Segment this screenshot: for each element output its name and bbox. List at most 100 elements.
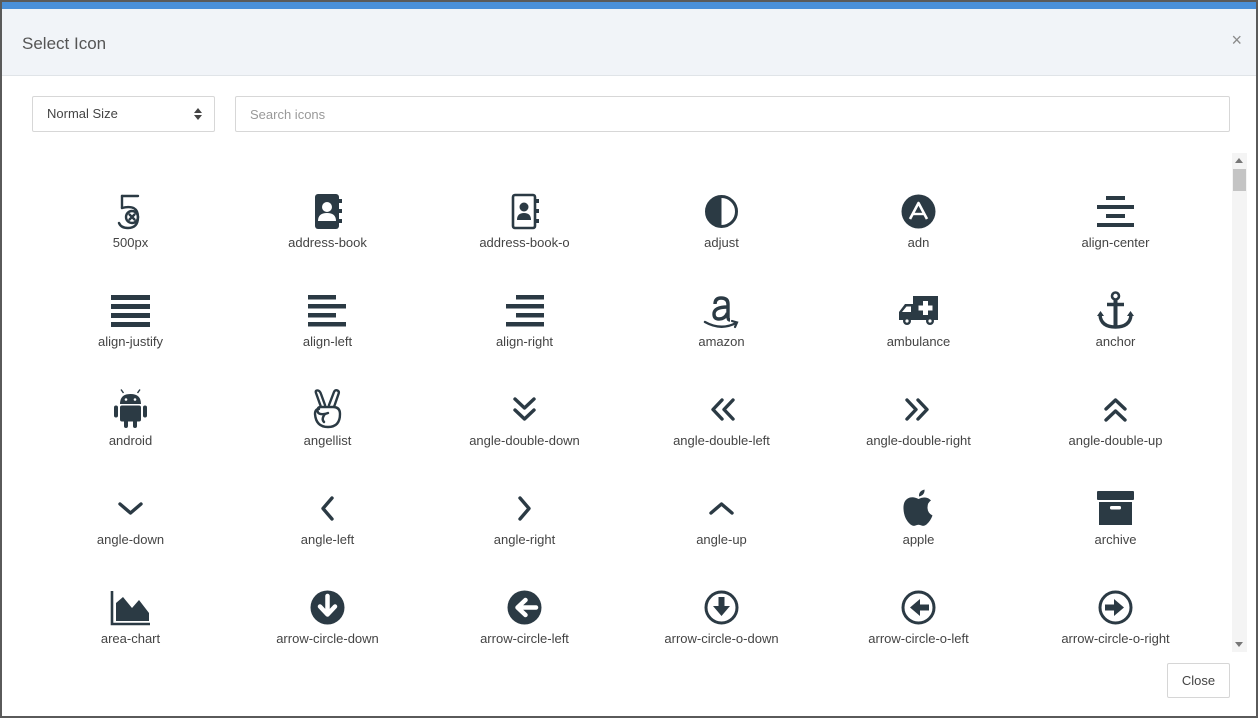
icon-tile[interactable]: amazon xyxy=(623,251,820,350)
icon-label: 500px xyxy=(112,235,149,250)
icon-label: archive xyxy=(1094,532,1137,547)
address-book-o-icon xyxy=(511,193,539,230)
angle-down-icon xyxy=(118,502,143,515)
icon-label: angle-up xyxy=(696,532,747,547)
icon-label: arrow-circle-o-left xyxy=(868,631,969,646)
icon-tile[interactable]: angle-double-up xyxy=(1017,350,1214,449)
address-book-icon xyxy=(315,194,342,229)
close-button[interactable]: Close xyxy=(1167,663,1230,698)
apple-icon xyxy=(903,489,933,526)
icon-label: align-left xyxy=(302,334,353,349)
icon-tile[interactable]: adjust xyxy=(623,152,820,251)
icon-label: angle-double-left xyxy=(673,433,770,448)
icon-tile[interactable]: address-book-o xyxy=(426,152,623,251)
icon-tile[interactable]: align-justify xyxy=(32,251,229,350)
arrow-circle-o-down-icon xyxy=(704,590,739,625)
icon-label: address-book xyxy=(288,235,367,250)
icon-label: android xyxy=(108,433,153,448)
icon-label: arrow-circle-left xyxy=(480,631,569,646)
icon-tile[interactable]: angle-double-down xyxy=(426,350,623,449)
500px-icon xyxy=(117,194,140,230)
icon-tile[interactable]: angle-down xyxy=(32,449,229,548)
icon-label: arrow-circle-o-down xyxy=(664,631,779,646)
icon-label: anchor xyxy=(1095,334,1136,349)
icon-tile[interactable]: align-center xyxy=(1017,152,1214,251)
icon-label: angle-double-right xyxy=(866,433,971,448)
icon-tile[interactable]: address-book xyxy=(229,152,426,251)
icon-label: align-center xyxy=(1081,235,1150,250)
angle-right-icon xyxy=(518,496,531,521)
icon-tile[interactable]: arrow-circle-o-right xyxy=(1017,548,1214,647)
select-icon-dialog: Select Icon × Normal Size 500px address-b… xyxy=(2,2,1256,716)
icon-tile[interactable]: area-chart xyxy=(32,548,229,647)
adjust-icon xyxy=(705,195,738,228)
icon-tile[interactable]: arrow-circle-down xyxy=(229,548,426,647)
icon-tile[interactable]: angle-left xyxy=(229,449,426,548)
icon-tile[interactable]: arrow-circle-o-down xyxy=(623,548,820,647)
icon-label: align-justify xyxy=(97,334,164,349)
icon-size-select-value: Normal Size xyxy=(47,106,118,121)
icon-label: angellist xyxy=(303,433,352,448)
icon-grid-scrollbar[interactable] xyxy=(1232,153,1247,652)
icon-tile[interactable]: anchor xyxy=(1017,251,1214,350)
icon-tile[interactable]: align-right xyxy=(426,251,623,350)
dialog-title: Select Icon xyxy=(22,34,107,53)
angle-double-down-icon xyxy=(513,397,536,421)
icon-tile[interactable]: ambulance xyxy=(820,251,1017,350)
icon-tile[interactable]: align-left xyxy=(229,251,426,350)
angle-double-up-icon xyxy=(1104,398,1127,422)
angle-double-right-icon xyxy=(905,398,929,421)
icon-label: arrow-circle-o-right xyxy=(1061,631,1170,646)
angellist-icon xyxy=(313,389,342,429)
icon-label: angle-down xyxy=(96,532,165,547)
icon-tile[interactable]: arrow-circle-o-left xyxy=(820,548,1017,647)
scroll-down-arrow-icon[interactable] xyxy=(1235,642,1243,647)
arrow-circle-o-right-icon xyxy=(1098,590,1133,625)
amazon-icon xyxy=(703,296,739,329)
close-x-button[interactable]: × xyxy=(1231,31,1242,49)
icon-label: angle-right xyxy=(493,532,556,547)
icon-label: angle-left xyxy=(300,532,355,547)
adn-icon xyxy=(901,194,936,229)
android-icon xyxy=(114,389,147,428)
icon-label: adn xyxy=(907,235,930,250)
search-icons-input[interactable] xyxy=(235,96,1230,132)
icon-label: area-chart xyxy=(100,631,161,646)
dialog-header: Select Icon × xyxy=(2,9,1256,76)
icon-tile[interactable]: angle-right xyxy=(426,449,623,548)
icon-label: angle-double-down xyxy=(469,433,580,448)
arrow-circle-down-icon xyxy=(310,590,345,625)
angle-up-icon xyxy=(709,502,734,515)
icon-label: amazon xyxy=(698,334,745,349)
scrollbar-thumb[interactable] xyxy=(1233,169,1246,191)
icon-label: align-right xyxy=(495,334,554,349)
area-chart-icon xyxy=(110,591,150,626)
icon-tile[interactable]: apple xyxy=(820,449,1017,548)
icon-grid: 500px address-book address-book-o adjust adn… xyxy=(32,152,1214,650)
select-caret-icon xyxy=(194,108,202,120)
icon-tile[interactable]: adn xyxy=(820,152,1017,251)
ambulance-icon xyxy=(899,296,938,325)
icon-label: adjust xyxy=(704,235,739,250)
anchor-icon xyxy=(1097,291,1134,329)
icon-tile[interactable]: angellist xyxy=(229,350,426,449)
align-right-icon xyxy=(506,295,544,327)
dialog-accent-bar xyxy=(2,2,1256,9)
icon-tile[interactable]: angle-up xyxy=(623,449,820,548)
icon-size-select[interactable]: Normal Size xyxy=(32,96,215,132)
icon-tile[interactable]: angle-double-right xyxy=(820,350,1017,449)
arrow-circle-left-icon xyxy=(507,590,542,625)
align-left-icon xyxy=(308,295,346,327)
icon-label: arrow-circle-down xyxy=(276,631,379,646)
angle-double-left-icon xyxy=(711,398,735,421)
arrow-circle-o-left-icon xyxy=(901,590,936,625)
icon-tile[interactable]: android xyxy=(32,350,229,449)
icon-label: ambulance xyxy=(886,334,951,349)
icon-tile[interactable]: arrow-circle-left xyxy=(426,548,623,647)
icon-label: address-book-o xyxy=(479,235,570,250)
icon-tile[interactable]: 500px xyxy=(32,152,229,251)
scroll-up-arrow-icon[interactable] xyxy=(1235,158,1243,163)
icon-tile[interactable]: archive xyxy=(1017,449,1214,548)
icon-tile[interactable]: angle-double-left xyxy=(623,350,820,449)
angle-left-icon xyxy=(321,496,334,521)
